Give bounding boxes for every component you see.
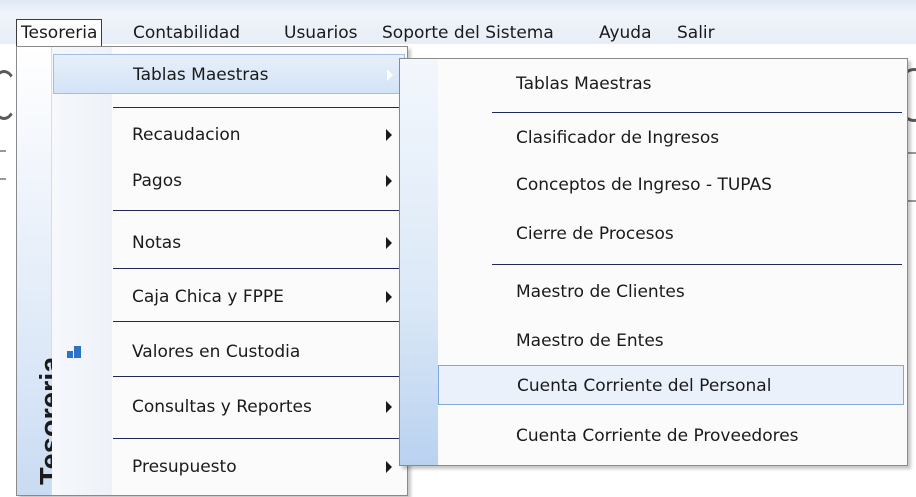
menu-soporte-del-sistema[interactable]: Soporte del Sistema [382, 20, 554, 46]
submenu-item-maestro-de-entes[interactable]: Maestro de Entes [438, 321, 904, 361]
menu-item-consultas-y-reportes[interactable]: Consultas y Reportes [53, 387, 405, 427]
submenu-item-label: Tablas Maestras [516, 74, 652, 94]
menu-item-label: Valores en Custodia [132, 342, 301, 362]
menu-tesoreria[interactable]: Tesoreria [16, 19, 103, 47]
menu-item-tablas-maestras[interactable]: Tablas Maestras [53, 54, 405, 94]
menu-item-label: Notas [132, 233, 182, 253]
submenu-item-maestro-de-clientes[interactable]: Maestro de Clientes [438, 272, 904, 312]
submenu-arrow-icon [386, 401, 392, 413]
menu-ayuda[interactable]: Ayuda [599, 20, 652, 46]
menu-usuarios[interactable]: Usuarios [284, 20, 357, 46]
submenu-item-cuenta-corriente-del-personal[interactable]: Cuenta Corriente del Personal [438, 365, 904, 405]
submenu-separator [492, 112, 902, 113]
submenu-item-cierre-de-procesos[interactable]: Cierre de Procesos [438, 214, 904, 254]
menu-item-valores-en-custodia[interactable]: Valores en Custodia [53, 332, 405, 372]
tesoreria-dropdown: Tesoreria Tablas Maestras Recaudacion Pa… [16, 46, 408, 496]
background-mark [0, 150, 6, 152]
submenu-item-clasificador-de-ingresos[interactable]: Clasificador de Ingresos [438, 118, 904, 158]
menu-item-notas[interactable]: Notas [53, 223, 405, 263]
title-strip [0, 0, 916, 12]
submenu-item-tablas-maestras[interactable]: Tablas Maestras [438, 64, 904, 104]
background-mark [0, 178, 6, 180]
menu-item-label: Caja Chica y FPPE [132, 287, 284, 307]
submenu-arrow-icon [386, 237, 392, 249]
submenu-arrow-icon [386, 291, 392, 303]
submenu-item-label: Maestro de Entes [516, 331, 664, 351]
submenu-item-conceptos-de-ingreso-tupas[interactable]: Conceptos de Ingreso - TUPAS [438, 165, 904, 205]
menu-separator [113, 210, 405, 211]
submenu-gutter [400, 59, 438, 465]
menu-salir[interactable]: Salir [677, 20, 715, 46]
menu-separator [113, 268, 405, 269]
submenu-arrow-icon [387, 69, 393, 81]
submenu-arrow-icon [386, 129, 392, 141]
submenu-item-label: Clasificador de Ingresos [516, 128, 720, 148]
menu-item-pagos[interactable]: Pagos [53, 161, 405, 201]
menubar: Tesoreria Contabilidad Usuarios Soporte … [0, 0, 916, 47]
tablas-maestras-submenu: Tablas Maestras Clasificador de Ingresos… [399, 58, 908, 466]
menu-separator [113, 107, 405, 108]
submenu-item-label: Maestro de Clientes [516, 282, 685, 302]
menu-item-label: Consultas y Reportes [132, 397, 312, 417]
menu-item-recaudacion[interactable]: Recaudacion [53, 115, 405, 155]
menu-item-presupuesto[interactable]: Presupuesto [53, 447, 405, 487]
submenu-arrow-icon [386, 175, 392, 187]
submenu-arrow-icon [386, 461, 392, 473]
menu-contabilidad[interactable]: Contabilidad [133, 20, 240, 46]
menu-item-label: Presupuesto [132, 457, 237, 477]
submenu-item-label: Cuenta Corriente del Personal [517, 376, 772, 396]
submenu-item-label: Cierre de Procesos [516, 224, 674, 244]
submenu-item-cuenta-corriente-de-proveedores[interactable]: Cuenta Corriente de Proveedores [438, 416, 904, 456]
menu-item-label: Recaudacion [132, 125, 241, 145]
menu-item-label: Tablas Maestras [133, 65, 269, 85]
menu-separator [113, 438, 405, 439]
menu-separator [113, 321, 405, 322]
submenu-item-label: Conceptos de Ingreso - TUPAS [516, 175, 772, 195]
submenu-separator [492, 264, 902, 265]
menu-item-caja-chica[interactable]: Caja Chica y FPPE [53, 277, 405, 317]
submenu-item-label: Cuenta Corriente de Proveedores [516, 426, 799, 446]
menu-separator [113, 376, 405, 377]
dropdown-sidebar: Tesoreria [17, 47, 67, 495]
menu-item-label: Pagos [132, 171, 182, 191]
